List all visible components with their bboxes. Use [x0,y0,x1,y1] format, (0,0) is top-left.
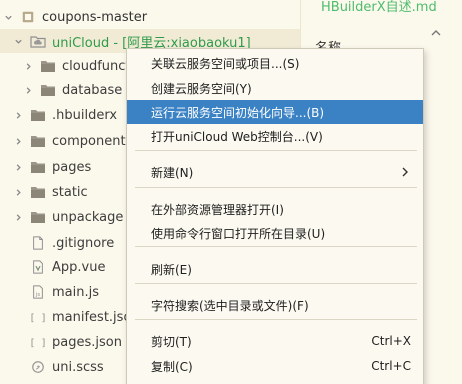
folder-icon [40,82,56,98]
menu-item-label: 关联云服务空间或项目...(S) [151,56,300,71]
project-box-icon [20,9,36,25]
tree-item-label: coupons-master [42,9,148,25]
folder-icon [30,133,46,149]
svg-text:js: js [35,292,40,298]
tree-item-label: pages [52,159,92,175]
menu-separator [135,246,417,247]
cloud-folder-icon [30,33,46,49]
menu-item[interactable]: 复制(C) Ctrl+C [127,354,423,378]
scss-file-icon [30,359,46,375]
menu-item[interactable]: 关联云服务空间或项目...(S) [127,51,423,75]
chevron-right-icon[interactable] [12,135,24,147]
menu-item-shortcut: Ctrl+X [371,334,411,348]
chevron-right-icon[interactable] [12,109,24,121]
editor-tab-title[interactable]: HBuilderX自述.md [321,0,437,15]
menu-item[interactable]: 在外部资源管理器打开(I) [127,197,423,221]
file-icon [30,235,46,251]
menu-item[interactable]: 运行云服务空间初始化向导...(B) [127,100,423,124]
tree-item-label: .hbuilderx [52,107,118,123]
menu-item-label: 复制(C) [151,359,193,374]
menu-item-label: 字符搜索(选中目录或文件)(F) [151,298,309,313]
svg-text:[ ]: [ ] [30,338,46,349]
submenu-arrow-icon [401,167,411,177]
chevron-right-icon[interactable] [22,60,34,72]
chevron-down-icon[interactable] [2,11,14,23]
chevron-right-icon[interactable] [12,161,24,173]
tree-item-label: pages.json [52,334,122,350]
menu-item-label: 打开uniCloud Web控制台...(V) [151,129,323,144]
menu-separator [135,187,417,188]
svg-text:[ ]: [ ] [30,313,46,324]
chevron-down-icon[interactable] [12,35,24,47]
folder-icon [30,184,46,200]
menu-item[interactable]: 打开uniCloud Web控制台...(V) [127,124,423,148]
vue-file-icon [30,259,46,275]
chevron-right-icon[interactable] [12,186,24,198]
tree-item-label: .gitignore [52,235,115,251]
chevron-right-icon[interactable] [12,211,24,223]
tree-item-label: main.js [52,284,99,300]
folder-icon [40,58,56,74]
tree-item-label: unpackage [52,209,124,225]
menu-item-label: 运行云服务空间初始化向导...(B) [151,105,325,120]
js-file-icon: js [30,284,46,300]
context-menu: 关联云服务空间或项目...(S) 创建云服务空间(Y) 运行云服务空间初始化向导..… [126,48,424,384]
menu-separator [135,283,417,284]
menu-item-label: 使用命令行窗口打开所在目录(U) [151,226,326,241]
json-file-icon: [ ] [30,334,46,350]
tree-item-label: static [52,184,88,200]
tree-item-label: database [62,82,123,98]
tree-item-label: App.vue [52,259,106,275]
json-file-icon: [ ] [30,309,46,325]
menu-item-shortcut: Ctrl+C [371,359,411,373]
menu-item[interactable]: 新建(N) [127,160,423,184]
menu-separator [135,150,417,151]
menu-item[interactable]: 创建云服务空间(Y) [127,76,423,100]
menu-item-label: 新建(N) [151,165,194,180]
menu-item[interactable]: 刷新(E) [127,257,423,281]
menu-item-label: 在外部资源管理器打开(I) [151,202,284,217]
menu-item-label: 刷新(E) [151,262,192,277]
menu-item[interactable]: 剪切(T) Ctrl+X [127,329,423,353]
menu-item-label: 创建云服务空间(Y) [151,81,252,96]
tree-item-label: components [52,133,133,149]
tree-item[interactable]: coupons-master [0,5,300,29]
menu-item[interactable]: 使用命令行窗口打开所在目录(U) [127,221,423,245]
folder-icon [30,159,46,175]
folder-icon [30,209,46,225]
menu-item[interactable]: 字符搜索(选中目录或文件)(F) [127,293,423,317]
tree-item-label: uni.scss [52,359,104,375]
menu-separator [135,319,417,320]
chevron-up-icon[interactable] [430,27,442,39]
folder-icon [30,107,46,123]
chevron-right-icon[interactable] [22,84,34,96]
menu-item-label: 剪切(T) [151,334,192,349]
